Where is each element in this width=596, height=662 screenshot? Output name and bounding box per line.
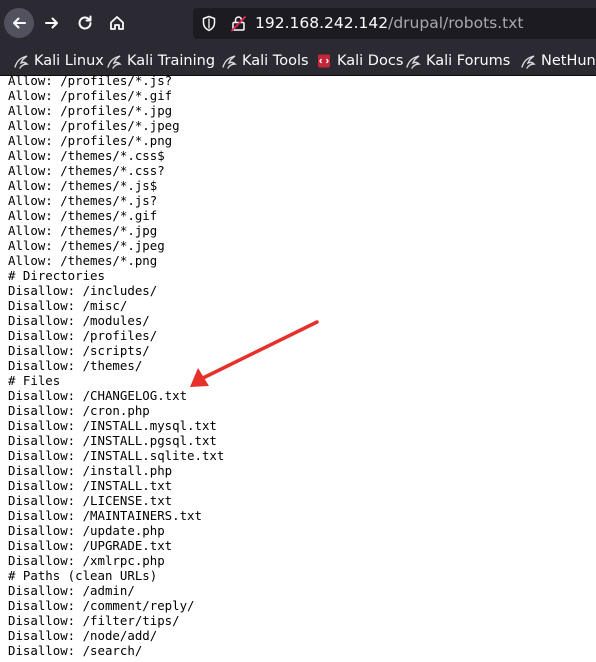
bookmarks-toolbar: Kali Linux Kali Training Kali Tools Kali… [0,46,596,76]
directive-line: Allow: /themes/*.css? [8,163,165,178]
home-icon [110,16,124,30]
kali-dragon-icon [222,55,237,69]
arrow-right-icon [45,17,58,29]
directive-line: Disallow: /admin/ [8,583,135,598]
bookmark-label: NetHunter [541,53,596,69]
bookmark-kali-tools[interactable]: Kali Tools [221,50,309,72]
directive-line: Allow: /profiles/*.js? [8,73,173,88]
directive-line: Disallow: /UPGRADE.txt [8,538,173,553]
directive-line: Disallow: /comment/reply/ [8,598,195,613]
kali-dragon-icon [14,55,29,69]
shield-icon[interactable] [201,15,217,32]
bookmark-label: Kali Training [127,53,216,69]
reload-button[interactable] [70,8,100,38]
directive-line: Disallow: /misc/ [8,298,128,313]
directive-line: Allow: /themes/*.js? [8,193,158,208]
directive-line: Allow: /profiles/*.png [8,133,173,148]
directive-line: Disallow: /scripts/ [8,343,150,358]
address-bar[interactable]: 192.168.242.142/drupal/robots.txt [193,8,596,39]
directive-line: Disallow: /LICENSE.txt [8,493,173,508]
directive-line: Allow: /themes/*.js$ [8,178,158,193]
bookmark-label: Kali Docs [337,53,404,69]
arrow-left-icon [13,17,26,29]
bookmark-kali-training[interactable]: Kali Training [106,50,215,72]
comment-line: # Directories [8,268,105,283]
directive-line: Disallow: /install.php [8,463,173,478]
url-path: /drupal/robots.txt [388,14,524,32]
kali-docs-icon [318,54,330,68]
directive-line: Disallow: /INSTALL.txt [8,478,173,493]
insecure-lock-icon[interactable] [230,15,247,32]
forward-button[interactable] [37,8,67,38]
directive-line: Allow: /themes/*.png [8,253,158,268]
directive-line: Disallow: /cron.php [8,403,150,418]
bookmark-label: Kali Forums [426,53,511,69]
kali-dragon-icon [107,55,122,69]
directive-line: Disallow: /INSTALL.pgsql.txt [8,433,217,448]
bookmark-label: Kali Linux [34,53,104,69]
bookmark-label: Kali Tools [242,53,309,69]
directive-line: Disallow: /INSTALL.mysql.txt [8,418,217,433]
bookmark-nethunter[interactable]: NetHunter [520,50,596,72]
directive-line: Disallow: /profiles/ [8,328,158,343]
directive-line: Allow: /themes/*.css$ [8,148,165,163]
directive-line: Disallow: /INSTALL.sqlite.txt [8,448,225,463]
directive-line: Allow: /profiles/*.jpeg [8,118,180,133]
back-button[interactable] [4,8,34,38]
url-text[interactable]: 192.168.242.142/drupal/robots.txt [255,14,524,32]
directive-line: Disallow: /search/ [8,643,143,658]
bookmark-kali-docs[interactable]: Kali Docs [316,50,403,72]
kali-dragon-icon [521,55,536,69]
directive-line: Allow: /themes/*.jpeg [8,238,165,253]
reload-icon [78,15,92,30]
bookmark-kali-linux[interactable]: Kali Linux [13,50,104,72]
directive-line: Disallow: /themes/ [8,358,143,373]
directive-line: Disallow: /includes/ [8,283,158,298]
directive-line: Disallow: /MAINTAINERS.txt [8,508,202,523]
robots-txt-content: Allow: /profiles/*.js? Allow: /profiles/*… [8,73,224,658]
directive-line: Allow: /themes/*.jpg [8,223,158,238]
comment-line: # Paths (clean URLs) [8,568,158,583]
directive-line: Disallow: /node/add/ [8,628,158,643]
directive-line: Allow: /themes/*.gif [8,208,158,223]
bookmark-kali-forums[interactable]: Kali Forums [405,50,510,72]
comment-line: # Files [8,373,61,388]
directive-line: Allow: /profiles/*.jpg [8,103,173,118]
browser-toolbar: 192.168.242.142/drupal/robots.txt [0,0,596,46]
directive-line: Allow: /profiles/*.gif [8,88,173,103]
url-host: 192.168.242.142 [255,14,389,32]
directive-line: Disallow: /modules/ [8,313,150,328]
directive-line: Disallow: /filter/tips/ [8,613,180,628]
directive-line: Disallow: /update.php [8,523,165,538]
home-button[interactable] [102,8,132,38]
directive-line: Disallow: /CHANGELOG.txt [8,388,188,403]
directive-line: Disallow: /xmlrpc.php [8,553,165,568]
kali-dragon-icon [406,55,421,69]
